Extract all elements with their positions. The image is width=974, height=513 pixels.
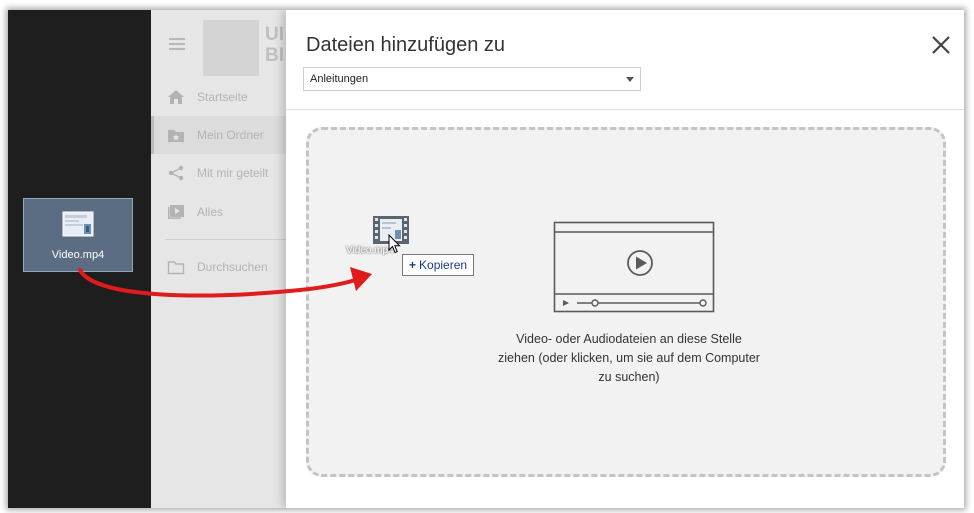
screenshot-frame: Video.mp4 UI BI Startseite Mein Ordner M… xyxy=(8,10,964,508)
sidebar-item-alles[interactable]: Alles xyxy=(151,193,286,231)
add-files-dialog: Dateien hinzufügen zu Anleitungen Video-… xyxy=(286,10,964,508)
sidebar-item-mein-ordner[interactable]: Mein Ordner xyxy=(151,116,286,154)
folder-select-value: Anleitungen xyxy=(310,73,369,85)
logo xyxy=(203,20,259,76)
sidebar-item-durchsuchen[interactable]: Durchsuchen xyxy=(151,248,286,286)
desktop-file-video[interactable]: Video.mp4 xyxy=(23,198,133,272)
video-file-icon xyxy=(62,211,94,237)
share-icon xyxy=(168,165,184,181)
copy-tooltip: + Kopieren xyxy=(402,254,475,276)
mouse-cursor-icon xyxy=(388,234,401,254)
dialog-divider xyxy=(286,109,964,110)
logo-text: UI BI xyxy=(265,24,284,66)
dragged-file-name: Video.mp4 xyxy=(346,245,394,256)
chevron-down-icon xyxy=(626,77,634,82)
copy-tooltip-label: Kopieren xyxy=(419,258,468,272)
close-icon[interactable] xyxy=(930,34,952,56)
sidebar-item-mit-mir-geteilt[interactable]: Mit mir geteilt xyxy=(151,154,286,192)
media-icon xyxy=(168,205,184,219)
sidebar-item-label: Durchsuchen xyxy=(197,260,268,274)
dropzone-instructions: Video- oder Audiodateien an diese Stelle… xyxy=(498,332,760,384)
file-dropzone[interactable]: Video- oder Audiodateien an diese Stelle… xyxy=(306,127,946,477)
sidebar-item-label: Alles xyxy=(197,205,224,219)
desktop: Video.mp4 xyxy=(8,10,151,508)
home-icon xyxy=(168,90,184,104)
menu-icon[interactable] xyxy=(169,38,185,50)
sidebar-item-startseite[interactable]: Startseite xyxy=(151,78,286,116)
plus-icon: + xyxy=(409,258,417,272)
sidebar-item-label: Mit mir geteilt xyxy=(197,166,269,180)
folder-star-icon xyxy=(168,130,184,142)
video-player-icon xyxy=(553,221,715,313)
folder-icon xyxy=(167,261,185,275)
sidebar-item-label: Mein Ordner xyxy=(197,128,264,142)
app-sidebar: UI BI Startseite Mein Ordner Mit mir get… xyxy=(151,10,286,508)
sidebar-divider xyxy=(165,239,286,240)
folder-select[interactable]: Anleitungen xyxy=(303,67,641,91)
desktop-file-name: Video.mp4 xyxy=(51,249,105,261)
dialog-title: Dateien hinzufügen zu xyxy=(306,34,506,56)
sidebar-item-label: Startseite xyxy=(197,90,248,104)
